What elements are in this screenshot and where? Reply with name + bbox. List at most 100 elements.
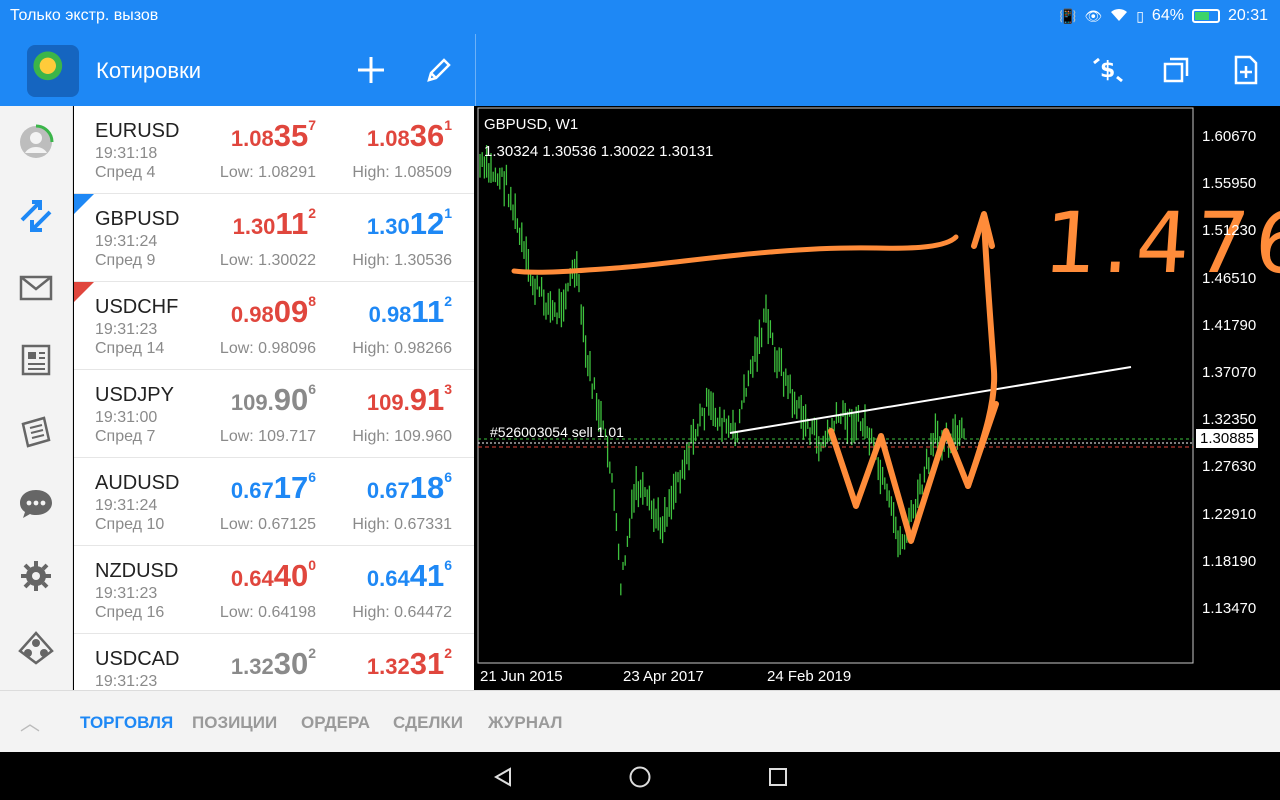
x-tick-label: 21 Jun 2015	[480, 668, 563, 685]
quote-time: 19:31:00	[95, 409, 158, 426]
battery-icon	[1191, 9, 1220, 23]
quote-spread: Спред 4	[95, 164, 156, 181]
home-button[interactable]	[627, 764, 653, 790]
recents-button[interactable]	[765, 764, 791, 790]
quote-row-audusd[interactable]: AUDUSD 19:31:24 Спред 10 0.67176 0.67186…	[74, 458, 474, 546]
plus-icon	[358, 57, 384, 83]
dollar-exchange-icon: $	[1093, 57, 1123, 83]
add-symbol-button[interactable]	[351, 50, 391, 90]
quote-high: High: 0.98266	[352, 340, 452, 357]
news-icon	[21, 344, 51, 376]
tab-deals[interactable]: СДЕЛКИ	[393, 713, 463, 733]
arrows-exchange-icon	[20, 200, 52, 232]
chat-button[interactable]	[12, 480, 60, 528]
bid-price: 1.08357	[230, 117, 316, 153]
tab-positions[interactable]: ПОЗИЦИИ	[192, 713, 277, 733]
y-tick-label: 1.41790	[1202, 316, 1257, 334]
ask-price: 1.30121	[366, 205, 452, 241]
order-label: #526003054 sell 1.01	[490, 424, 624, 440]
back-button[interactable]	[490, 764, 516, 790]
quote-low: Low: 109.717	[219, 428, 316, 445]
quote-high: High: 0.67331	[352, 516, 452, 533]
resistance-annotation	[511, 234, 959, 275]
app-logo[interactable]	[27, 45, 79, 97]
ask-price: 1.08361	[366, 117, 452, 153]
chart-title: GBPUSD, W1	[484, 116, 579, 133]
quote-row-usdjpy[interactable]: USDJPY 19:31:00 Спред 7 109.906 109.913 …	[74, 370, 474, 458]
quote-row-eurusd[interactable]: EURUSD 19:31:18 Спред 4 1.08357 1.08361 …	[74, 106, 474, 194]
eye-icon: 👁	[1084, 7, 1103, 24]
app-bar: Котировки $	[0, 34, 1280, 106]
quote-row-usdcad[interactable]: USDCAD 19:31:23 1.32302 1.32312	[74, 634, 474, 690]
quote-spread: Спред 16	[95, 604, 165, 621]
gear-icon	[21, 561, 51, 591]
quote-spread: Спред 9	[95, 252, 156, 269]
back-icon	[493, 767, 511, 787]
y-tick-label: 1.13470	[1202, 600, 1257, 617]
quote-symbol: AUDUSD	[95, 472, 180, 494]
tab-orders[interactable]: ОРДЕРА	[301, 713, 370, 733]
tab-journal[interactable]: ЖУРНАЛ	[488, 713, 562, 733]
recents-icon	[769, 768, 787, 786]
y-tick-label: 1.60670	[1202, 128, 1257, 145]
arrow-annotation	[965, 215, 998, 489]
quote-low: Low: 1.08291	[219, 164, 316, 181]
quote-symbol: USDCHF	[95, 296, 179, 318]
quote-spread: Спред 7	[95, 428, 156, 445]
community-button[interactable]	[12, 624, 60, 672]
quote-time: 19:31:24	[95, 497, 158, 514]
y-tick-label: 1.46510	[1202, 269, 1257, 287]
news-button[interactable]	[12, 336, 60, 384]
settings-button[interactable]	[12, 552, 60, 600]
y-tick-label: 1.37070	[1202, 364, 1257, 381]
bid-price: 109.906	[230, 381, 316, 417]
bid-price: 0.67176	[230, 469, 316, 505]
bid-price: 1.32302	[230, 645, 316, 681]
edit-button[interactable]	[419, 50, 459, 90]
status-bar: Только экстр. вызов 📳 👁 ▯ 64% 20:31	[0, 0, 1280, 34]
chat-icon	[20, 490, 52, 518]
svg-text:$: $	[1100, 58, 1115, 83]
y-tick-label: 1.32350	[1202, 411, 1257, 429]
price-chart[interactable]: GBPUSD, W1 1.30324 1.30536 1.30022 1.301…	[476, 106, 1280, 690]
quote-low: Low: 0.67125	[219, 516, 316, 533]
quote-symbol: NZDUSD	[95, 560, 179, 582]
system-nav-bar	[0, 752, 1280, 800]
pencil-icon	[427, 58, 451, 82]
account-icon	[20, 124, 54, 158]
quote-symbol: USDJPY	[95, 384, 174, 406]
trade-button[interactable]: $	[1088, 50, 1128, 90]
quotes-button[interactable]	[12, 192, 60, 240]
tab-trade[interactable]: ТОРГОВЛЯ	[80, 713, 173, 733]
quote-row-usdchf[interactable]: USDCHF 19:31:23 Спред 14 0.98098 0.98112…	[74, 282, 474, 370]
y-tick-label: 1.27630	[1202, 458, 1257, 476]
screen: Только экстр. вызов 📳 👁 ▯ 64% 20:31 Коти…	[0, 0, 1280, 800]
account-button[interactable]	[12, 118, 60, 166]
community-icon	[18, 631, 54, 665]
bid-price: 0.98098	[230, 293, 316, 329]
quote-time: 19:31:23	[95, 321, 158, 338]
mail-button[interactable]	[12, 264, 60, 312]
y-tick-label: 1.22910	[1202, 505, 1257, 523]
bid-price: 1.30112	[232, 205, 316, 241]
y-tick-label: 1.55950	[1202, 175, 1257, 193]
sim-icon: ▯	[1136, 7, 1144, 24]
quote-row-nzdusd[interactable]: NZDUSD 19:31:23 Спред 16 0.64400 0.64416…	[74, 546, 474, 634]
quote-time: 19:31:23	[95, 673, 158, 690]
tradays-button[interactable]	[12, 408, 60, 456]
chart-ohlc: 1.30324 1.30536 1.30022 1.30131	[484, 143, 714, 160]
alert-marker	[74, 282, 94, 302]
bottom-tabs: ︿ ТОРГОВЛЯ ПОЗИЦИИ ОРДЕРА СДЕЛКИ ЖУРНАЛ	[0, 690, 1280, 752]
new-order-button[interactable]	[1226, 50, 1266, 90]
newspaper-icon	[21, 416, 51, 448]
quote-time: 19:31:18	[95, 145, 158, 162]
home-icon	[629, 766, 651, 788]
windows-button[interactable]	[1156, 50, 1196, 90]
battery-percent: 64%	[1151, 7, 1184, 24]
ask-price: 0.64416	[366, 557, 452, 593]
vibrate-icon: 📳	[1058, 7, 1077, 24]
ask-price: 0.67186	[366, 469, 452, 505]
chevron-up-icon[interactable]: ︿	[20, 707, 40, 736]
quote-row-gbpusd[interactable]: GBPUSD 19:31:24 Спред 9 1.30112 1.30121 …	[74, 194, 474, 282]
selected-marker	[74, 194, 94, 214]
